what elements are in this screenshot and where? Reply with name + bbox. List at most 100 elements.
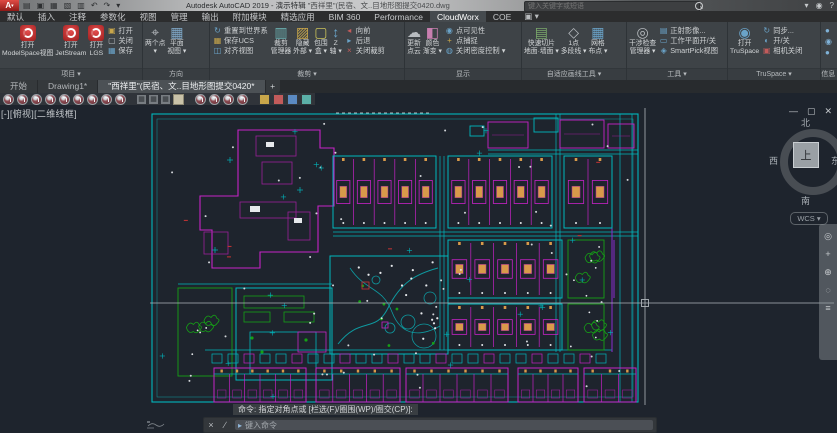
button-1点[interactable]: ◇1点 多段线 ▾ <box>560 23 588 55</box>
info-icon-0[interactable]: ● <box>825 26 832 35</box>
search-icon[interactable] <box>695 2 703 10</box>
button-打开[interactable]: ◉打开 TruSpace <box>729 23 760 55</box>
ribbon-tab-精选应用[interactable]: 精选应用 <box>274 11 322 22</box>
button-裁剪[interactable]: ▥裁剪 管理器 <box>270 23 292 55</box>
redo-icon[interactable]: ↷ <box>104 0 111 11</box>
viewport-controls[interactable]: [-][俯视][二维线框] <box>1 107 77 120</box>
viewcube-top-face[interactable]: 上 <box>793 142 819 168</box>
autocad-logo-button[interactable]: A▾ <box>0 0 19 11</box>
ribbon-tab-管理[interactable]: 管理 <box>164 11 195 22</box>
ribbon-tab-注释[interactable]: 注释 <box>62 11 93 22</box>
undo-icon[interactable]: ↶ <box>91 0 98 11</box>
navbar-tool-icon-3[interactable]: ◌ <box>825 286 830 295</box>
new-drawing-tab-button[interactable]: + <box>266 80 280 93</box>
navbar-tool-icon-2[interactable]: ⊕ <box>824 268 832 277</box>
viewcube-west-label[interactable]: 西 <box>769 154 778 167</box>
viewcube[interactable]: 上 北 南 西 东 <box>775 116 837 212</box>
toolbar-color-icon-p2[interactable] <box>273 94 284 105</box>
navbar-tool-icon-4[interactable]: ≡ <box>825 304 830 313</box>
panel-title[interactable]: 显示 <box>405 68 521 80</box>
ribbon-tab-CloudWorx[interactable]: CloudWorx <box>430 11 486 22</box>
button-Z[interactable]: ↕Z 轴 ▾ <box>329 23 343 55</box>
plot-icon[interactable]: ▥ <box>77 0 85 11</box>
button-干涉检查[interactable]: ◎干涉检查 管理器 ▾ <box>628 23 657 55</box>
button-对齐视图[interactable]: ◫对齐视图 <box>213 46 268 55</box>
cad-drawing-canvas[interactable] <box>0 105 837 433</box>
button-保存UCS[interactable]: ▦保存UCS <box>213 36 268 45</box>
cloudworx-tool-icon-8[interactable] <box>115 94 126 105</box>
cloudworx-tool-icon-4[interactable] <box>59 94 70 105</box>
ribbon-tab-插入[interactable]: 插入 <box>31 11 62 22</box>
file-tab-0[interactable]: 开始 <box>0 80 37 93</box>
button-同步...[interactable]: ↻同步... <box>762 26 802 35</box>
toolbar-color-icon-p4[interactable] <box>301 94 312 105</box>
file-tab-1[interactable]: Drawing1* <box>38 80 97 93</box>
cloudworx-tool-icon-18[interactable] <box>237 94 248 105</box>
toolbar-grid-icon-10[interactable]: ▦ <box>137 95 146 104</box>
qat-dropdown[interactable]: ▾ <box>116 0 120 11</box>
button-打开[interactable]: ▣打开 <box>107 26 133 35</box>
ribbon-tab-Performance[interactable]: Performance <box>367 11 430 22</box>
cloudworx-tool-icon-3[interactable] <box>45 94 56 105</box>
button-点捕捉[interactable]: +点捕捉 <box>445 36 505 45</box>
ribbon-tab-BIM 360[interactable]: BIM 360 <box>322 11 368 22</box>
button-相机关闭[interactable]: ▣相机关闭 <box>762 46 802 55</box>
button-两个点[interactable]: ⌖两个点 ▾ <box>144 23 166 55</box>
cloudworx-tool-icon-2[interactable] <box>31 94 42 105</box>
save-icon[interactable]: ▦ <box>50 0 58 11</box>
cloudworx-tool-icon-6[interactable] <box>87 94 98 105</box>
panel-title[interactable]: 项目 ▾ <box>0 68 142 80</box>
ribbon-tab-附加模块[interactable]: 附加模块 <box>226 11 274 22</box>
button-平面[interactable]: ▦平面 视图 ▾ <box>166 23 187 55</box>
button-颜色[interactable]: ◧颜色 渐变 ▾ <box>422 23 443 55</box>
panel-title[interactable]: 自适应画线工具 ▾ <box>522 68 626 80</box>
toolbar-grid-icon-12[interactable]: ▦ <box>161 95 170 104</box>
toolbar-swatch-icon[interactable] <box>173 94 184 105</box>
toolbar-color-icon-p1[interactable] <box>259 94 270 105</box>
cloudworx-tool-icon-15[interactable] <box>195 94 206 105</box>
titlebar-icon-1[interactable]: ◉ <box>816 0 823 11</box>
command-close-icon[interactable]: × <box>204 420 218 430</box>
button-隐藏[interactable]: ▨隐藏 外部 ▾ <box>292 23 313 55</box>
button-关闭[interactable]: ▢关闭 <box>107 36 133 45</box>
panel-title[interactable]: 信息 ▾ <box>821 68 837 80</box>
toolbar-grid-icon-11[interactable]: ▦ <box>149 95 158 104</box>
command-input[interactable]: ▸ 键入命令 <box>235 420 653 430</box>
button-更新[interactable]: ☁更新 点云 <box>406 23 422 55</box>
button-关闭密度控制 ▾[interactable]: ◍关闭密度控制 ▾ <box>445 46 505 55</box>
viewcube-south-label[interactable]: 南 <box>801 194 810 207</box>
panel-title[interactable]: 工具 ▾ <box>627 68 727 80</box>
ribbon-tab-默认[interactable]: 默认 <box>0 11 31 22</box>
cloudworx-tool-icon-1[interactable] <box>17 94 28 105</box>
button-重置到世界系[interactable]: ↻重置到世界系 <box>213 26 268 35</box>
saveas-icon[interactable]: ▧ <box>64 0 72 11</box>
navbar-tool-icon-1[interactable]: + <box>825 250 830 259</box>
button-打开-JetStream[interactable]: 打开 JetStream <box>54 23 87 57</box>
ribbon-tab-参数化[interactable]: 参数化 <box>93 11 133 22</box>
open-icon[interactable]: ▣ <box>37 0 45 11</box>
ribbon-tab-COE[interactable]: COE <box>486 11 518 22</box>
titlebar-icon-0[interactable]: ▾ <box>805 0 809 11</box>
toolbar-color-icon-p3[interactable] <box>287 94 298 105</box>
cloudworx-tool-icon-17[interactable] <box>223 94 234 105</box>
info-icon-1[interactable]: ◉ <box>825 37 832 46</box>
button-保存[interactable]: ▦保存 <box>107 46 133 55</box>
button-正射影像...[interactable]: ▤正射影像... <box>659 26 718 35</box>
info-icon-2[interactable]: ● <box>825 48 832 57</box>
button-打开-LGS[interactable]: 打开 LGS <box>87 23 105 57</box>
button-工作平面开/关[interactable]: ▭工作平面开/关 <box>659 36 718 45</box>
ribbon-tab-输出[interactable]: 输出 <box>195 11 226 22</box>
button-关闭裁剪[interactable]: ×关闭裁剪 <box>345 46 385 55</box>
cloudworx-tool-icon-7[interactable] <box>101 94 112 105</box>
command-bar[interactable]: × ∕ ▸ 键入命令 <box>203 417 657 433</box>
panel-title[interactable]: 方向 <box>143 68 209 80</box>
button-后退[interactable]: ▸后退 <box>345 36 385 45</box>
titlebar-icon-2[interactable]: ? <box>830 0 834 11</box>
command-customize-icon[interactable]: ∕ <box>218 420 232 430</box>
button-SmartPick视图[interactable]: ◈SmartPick视图 <box>659 46 718 55</box>
viewcube-east-label[interactable]: 东 <box>831 154 837 167</box>
button-向前[interactable]: ◂向前 <box>345 26 385 35</box>
file-tab-2[interactable]: "西祥里"(民宿、文..目地形图提交0420* <box>98 80 264 93</box>
button-打开-ModelSpace视图[interactable]: 打开 ModelSpace视图 <box>1 23 54 57</box>
panel-title[interactable]: 裁剪 ▾ <box>210 68 404 80</box>
